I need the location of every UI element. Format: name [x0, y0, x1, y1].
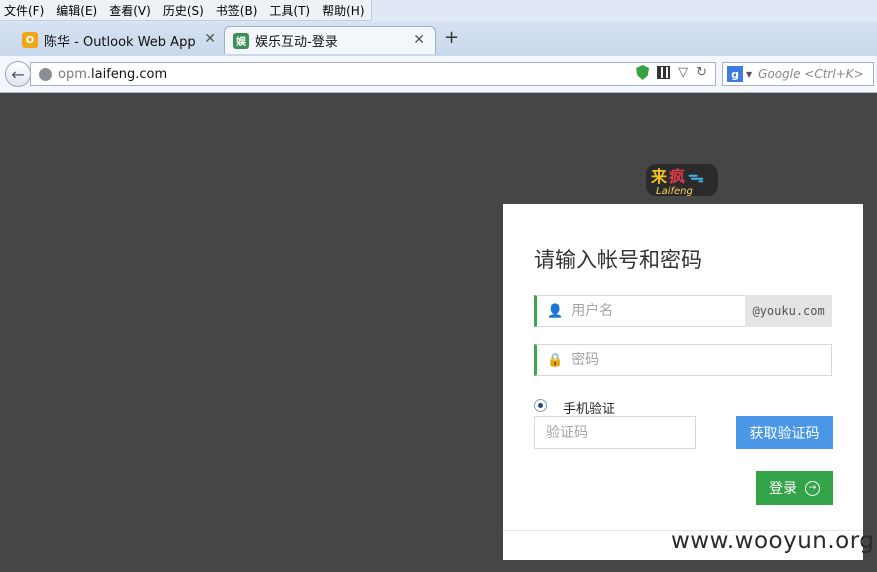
svg-text:来: 来: [650, 167, 668, 186]
user-icon: 👤: [547, 303, 564, 319]
url-icons: ▽ ↻: [636, 65, 707, 80]
url-domain: laifeng.com: [91, 66, 168, 82]
dropdown-arrow-icon[interactable]: ▽: [678, 65, 688, 80]
login-label: 登录: [769, 481, 797, 497]
menu-tools[interactable]: 工具(T): [269, 2, 310, 19]
login-heading: 请输入帐号和密码: [534, 248, 702, 272]
google-icon[interactable]: g: [727, 66, 743, 82]
chevron-down-icon[interactable]: ▼: [746, 70, 752, 79]
back-button[interactable]: ←: [5, 61, 31, 87]
navigation-bar: ← opm. laifeng.com ▽ ↻ g ▼ Google <Ctrl+K…: [0, 56, 877, 93]
reload-icon[interactable]: ↻: [696, 65, 707, 80]
username-input[interactable]: [571, 297, 746, 325]
tab-strip: O 陈华 - Outlook Web App ✕ 娱 娱乐互动-登录 ✕: [0, 22, 877, 56]
new-tab-button[interactable]: +: [444, 27, 459, 48]
username-field: 👤 @youku.com: [534, 295, 832, 327]
shield-icon[interactable]: [636, 65, 650, 80]
svg-text:ᯓ: ᯓ: [688, 167, 704, 186]
menu-history[interactable]: 历史(S): [163, 2, 204, 19]
tab-login[interactable]: 娱 娱乐互动-登录 ✕: [224, 26, 436, 54]
globe-icon: [39, 67, 52, 81]
password-input[interactable]: [571, 346, 831, 374]
site-favicon-icon: 娱: [233, 32, 249, 49]
lock-icon: 🔒: [547, 352, 564, 368]
laifeng-logo: 来 疯 ᯓ Laifeng: [646, 164, 718, 197]
close-icon[interactable]: ✕: [413, 32, 425, 48]
svg-text:Laifeng: Laifeng: [656, 186, 693, 197]
phone-verify-option[interactable]: 手机验证: [534, 398, 615, 417]
login-panel: 请输入帐号和密码 👤 @youku.com 🔒 手机验证 获取验证码 登录 →: [503, 204, 863, 560]
qr-code-icon[interactable]: [657, 66, 671, 79]
menu-bookmarks[interactable]: 书签(B): [216, 2, 258, 19]
verification-code-input[interactable]: [534, 416, 696, 449]
menu-view[interactable]: 查看(V): [109, 2, 151, 19]
tab-title: 娱乐互动-登录: [255, 35, 338, 50]
outlook-icon: O: [22, 32, 38, 48]
get-code-button[interactable]: 获取验证码: [736, 416, 833, 449]
tab-outlook[interactable]: O 陈华 - Outlook Web App ✕: [14, 26, 226, 54]
tab-title: 陈华 - Outlook Web App: [44, 34, 196, 50]
domain-suffix: @youku.com: [745, 295, 832, 327]
menu-help[interactable]: 帮助(H): [322, 2, 364, 19]
search-placeholder: Google <Ctrl+K>: [758, 67, 864, 81]
arrow-right-circle-icon: →: [805, 480, 820, 496]
arrow-left-icon: ←: [11, 64, 25, 84]
search-bar[interactable]: g ▼ Google <Ctrl+K>: [722, 62, 874, 86]
menu-file[interactable]: 文件(F): [4, 2, 44, 19]
login-button[interactable]: 登录 →: [756, 471, 833, 505]
menu-edit[interactable]: 编辑(E): [56, 2, 97, 19]
menu-list: 文件(F) 编辑(E) 查看(V) 历史(S) 书签(B) 工具(T) 帮助(H…: [0, 0, 372, 21]
password-field: 🔒: [534, 344, 832, 376]
close-icon[interactable]: ✕: [204, 31, 216, 47]
phone-verify-label: 手机验证: [563, 402, 616, 417]
address-bar[interactable]: opm. laifeng.com ▽ ↻: [30, 62, 716, 86]
phone-verify-radio[interactable]: [534, 399, 547, 412]
svg-text:疯: 疯: [669, 167, 685, 186]
menu-bar: 文件(F) 编辑(E) 查看(V) 历史(S) 书签(B) 工具(T) 帮助(H…: [0, 0, 877, 22]
watermark: www.wooyun.org: [671, 528, 875, 554]
url-subdomain: opm.: [58, 66, 92, 82]
